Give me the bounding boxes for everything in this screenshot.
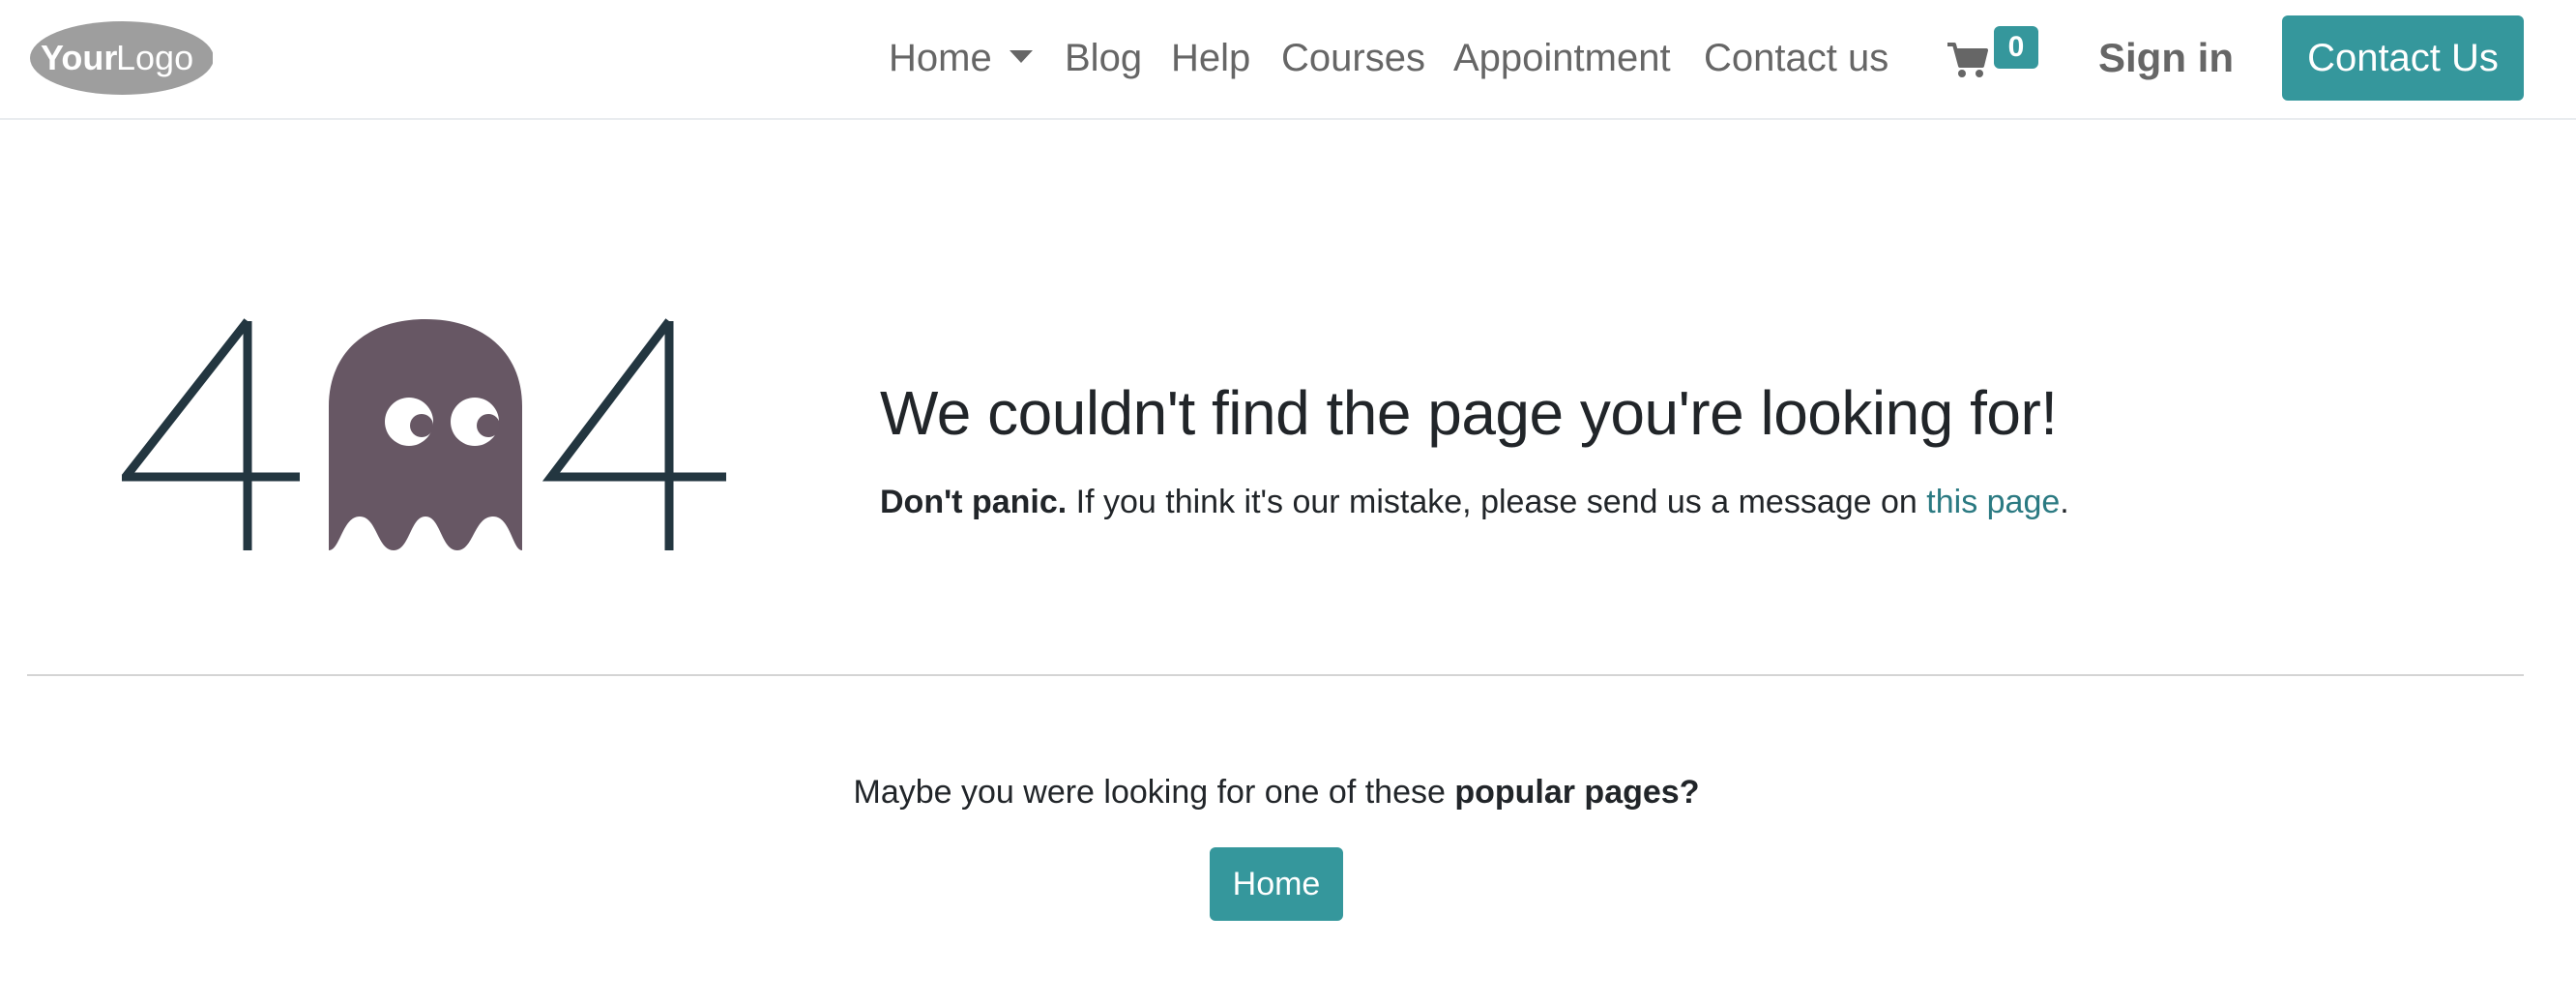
logo-text-logo: Logo [116,38,193,77]
dont-panic-text: Don't panic. [880,484,1068,520]
top-navbar: Your Logo Home Blog Help Courses Appoint… [0,0,2576,120]
nav-item-courses[interactable]: Courses [1281,29,1425,87]
this-page-link[interactable]: this page [1926,484,2060,520]
logo-text-your: Your [41,38,117,77]
site-logo[interactable]: Your Logo [27,17,213,97]
shopping-cart-icon[interactable] [1946,41,1988,79]
404-illustration [122,315,726,554]
cart-count-badge: 0 [1994,26,2038,69]
nav-item-blog[interactable]: Blog [1065,29,1142,87]
popular-pages-text: Maybe you were looking for one of these … [0,774,2553,812]
contact-us-button[interactable]: Contact Us [2282,15,2524,101]
nav-item-help[interactable]: Help [1171,29,1250,87]
popular-pages-bold: popular pages? [1454,774,1700,811]
popular-intro: Maybe you were looking for one of these [853,774,1455,811]
error-message: Don't panic. If you think it's our mista… [880,484,2069,521]
nav-item-home[interactable]: Home [889,29,992,87]
logo-image: Your Logo [30,21,213,95]
sign-in-link[interactable]: Sign in [2098,29,2234,87]
digit-four-right-shape [542,318,726,550]
error-headline: We couldn't find the page you're looking… [880,378,2058,448]
nav-item-appointment[interactable]: Appointment [1453,29,1671,87]
message-end: . [2060,484,2069,520]
chevron-down-icon[interactable] [1010,50,1033,63]
ghost-icon [329,319,522,550]
section-divider [27,674,2524,676]
digit-four-left-shape [122,318,300,550]
message-body: If you think it's our mistake, please se… [1067,484,1927,520]
nav-item-contact-us[interactable]: Contact us [1704,29,1888,87]
popular-home-button[interactable]: Home [1210,847,1343,921]
